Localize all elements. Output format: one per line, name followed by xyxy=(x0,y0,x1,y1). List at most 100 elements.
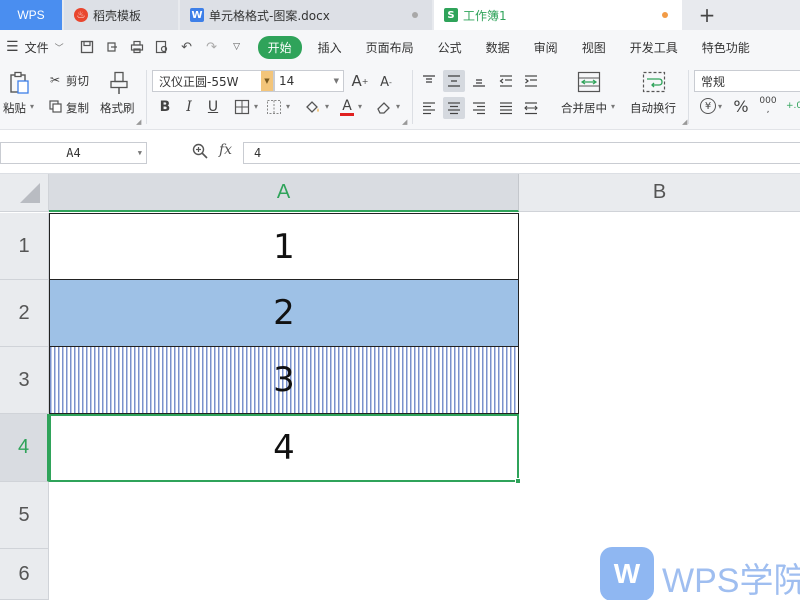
divider xyxy=(688,70,689,124)
paste-button[interactable]: 粘贴 xyxy=(3,100,26,116)
select-all-corner[interactable] xyxy=(0,174,49,212)
tab-view[interactable]: 视图 xyxy=(582,39,606,56)
cell-a3[interactable]: 3 xyxy=(49,347,519,414)
cut-button[interactable]: 剪切 xyxy=(66,73,89,89)
insert-function-button[interactable]: fx xyxy=(219,142,232,158)
alignment-expand-icon[interactable]: ◢ xyxy=(682,118,687,126)
thousands-separator-icon[interactable]: 000, xyxy=(758,96,778,116)
align-bottom-icon[interactable] xyxy=(468,70,490,92)
file-menu[interactable]: 文件 xyxy=(25,39,49,56)
tab-formulas[interactable]: 公式 xyxy=(438,39,462,56)
tab-label: 稻壳模板 xyxy=(93,8,142,23)
chevron-down-icon[interactable]: ▾ xyxy=(611,102,615,111)
cell-a4-selected[interactable]: 4 xyxy=(49,414,519,482)
row-header-2[interactable]: 2 xyxy=(0,280,49,347)
eraser-icon[interactable] xyxy=(374,98,394,116)
fill-handle[interactable] xyxy=(515,478,521,484)
underline-button[interactable]: U xyxy=(204,98,222,116)
tab-word-document[interactable]: W 单元格格式-图案.docx xyxy=(180,0,432,30)
name-box[interactable]: A4 ▼ xyxy=(0,142,147,164)
clipboard-expand-icon[interactable]: ◢ xyxy=(136,118,141,126)
format-painter-button[interactable]: 格式刷 xyxy=(100,100,135,116)
print-icon[interactable] xyxy=(128,38,146,56)
increase-font-size-icon[interactable]: A + xyxy=(350,71,370,91)
font-expand-icon[interactable]: ◢ xyxy=(402,118,407,126)
tab-special-features[interactable]: 特色功能 xyxy=(702,39,750,56)
tab-label: 单元格格式-图案.docx xyxy=(209,8,330,23)
tab-workbook[interactable]: S 工作簿1 xyxy=(434,0,682,30)
chevron-down-icon[interactable]: ▾ xyxy=(718,102,722,111)
chevron-down-icon[interactable]: ﹀ xyxy=(55,41,64,54)
wrap-text-icon[interactable] xyxy=(641,70,667,94)
tab-home[interactable]: 开始 xyxy=(257,35,302,59)
font-color-icon[interactable]: A xyxy=(338,96,356,118)
daoke-flame-icon: ♨ xyxy=(74,8,88,22)
redo-icon[interactable]: ↷ xyxy=(203,38,221,56)
percent-style-button[interactable]: % xyxy=(732,97,750,116)
align-left-icon[interactable] xyxy=(418,97,440,119)
new-tab-button[interactable]: + xyxy=(682,0,732,30)
cell-style-icon[interactable] xyxy=(264,98,284,116)
increase-indent-icon[interactable] xyxy=(520,70,542,92)
merge-center-icon[interactable] xyxy=(576,70,602,94)
row-header-6[interactable]: 6 xyxy=(0,549,49,600)
column-header-b[interactable]: B xyxy=(519,174,800,212)
borders-icon[interactable] xyxy=(232,98,252,116)
paste-icon[interactable] xyxy=(6,70,32,96)
unsaved-dot-icon[interactable] xyxy=(662,12,668,18)
align-top-icon[interactable] xyxy=(418,70,440,92)
justify-icon[interactable] xyxy=(495,97,517,119)
chevron-down-icon[interactable]: ▾ xyxy=(286,102,290,111)
chevron-down-icon[interactable]: ▼ xyxy=(334,71,339,91)
currency-yen-icon[interactable]: ¥ xyxy=(700,98,716,114)
tab-developer-tools[interactable]: 开发工具 xyxy=(630,39,678,56)
chevron-down-icon[interactable]: ▼ xyxy=(261,71,273,91)
chevron-down-icon[interactable]: ▾ xyxy=(358,102,362,111)
save-icon[interactable] xyxy=(78,38,96,56)
close-dot-icon[interactable] xyxy=(412,12,418,18)
decrease-indent-icon[interactable] xyxy=(495,70,517,92)
tab-review[interactable]: 审阅 xyxy=(534,39,558,56)
tab-label: 工作簿1 xyxy=(463,8,507,23)
bold-button[interactable]: B xyxy=(156,98,174,116)
merge-center-button[interactable]: 合并居中 xyxy=(561,100,607,116)
zoom-lookup-icon[interactable] xyxy=(192,143,208,163)
cell-a1[interactable]: 1 xyxy=(49,213,519,280)
align-middle-icon[interactable] xyxy=(443,70,465,92)
column-header-a[interactable]: A xyxy=(49,174,519,212)
number-format-select[interactable]: 常规 xyxy=(694,70,800,92)
cell-a2[interactable]: 2 xyxy=(49,280,519,347)
export-icon[interactable] xyxy=(103,38,121,56)
align-right-icon[interactable] xyxy=(468,97,490,119)
format-painter-icon[interactable] xyxy=(108,70,130,96)
chevron-down-icon[interactable]: ▼ xyxy=(138,149,142,157)
row-header-5[interactable]: 5 xyxy=(0,482,49,549)
tab-page-layout[interactable]: 页面布局 xyxy=(366,39,414,56)
font-size-select[interactable]: 14 ▼ xyxy=(274,70,344,92)
row-header-3[interactable]: 3 xyxy=(0,347,49,414)
italic-button[interactable]: I xyxy=(180,98,198,116)
chevron-down-icon[interactable]: ▾ xyxy=(396,102,400,111)
row-header-1[interactable]: 1 xyxy=(0,213,49,280)
undo-icon[interactable]: ↶ xyxy=(178,38,196,56)
chevron-down-icon[interactable]: ▾ xyxy=(254,102,258,111)
copy-button[interactable]: 复制 xyxy=(66,100,89,116)
customize-dropdown-icon[interactable]: ▽ xyxy=(228,38,246,56)
paste-dropdown-icon[interactable]: ▾ xyxy=(30,102,34,111)
tab-insert[interactable]: 插入 xyxy=(318,39,342,56)
font-name-select[interactable]: 汉仪正圆-55W ▼ xyxy=(152,70,274,92)
row-header-4[interactable]: 4 xyxy=(0,414,49,482)
wps-home-tab[interactable]: WPS xyxy=(0,0,62,30)
decrease-decimal-icon[interactable]: +.0 xyxy=(786,96,800,116)
decrease-font-size-icon[interactable]: A- xyxy=(376,72,396,92)
tab-daoke-template[interactable]: ♨ 稻壳模板 xyxy=(64,0,178,30)
tab-data[interactable]: 数据 xyxy=(486,39,510,56)
distributed-align-icon[interactable] xyxy=(520,97,542,119)
fill-color-bucket-icon[interactable] xyxy=(302,98,324,116)
print-preview-icon[interactable] xyxy=(153,38,171,56)
align-center-icon[interactable] xyxy=(443,97,465,119)
wrap-text-button[interactable]: 自动换行 xyxy=(630,100,676,116)
chevron-down-icon[interactable]: ▾ xyxy=(325,102,329,111)
formula-input[interactable]: 4 xyxy=(243,142,800,164)
hamburger-menu-icon[interactable]: ☰ xyxy=(6,39,19,55)
